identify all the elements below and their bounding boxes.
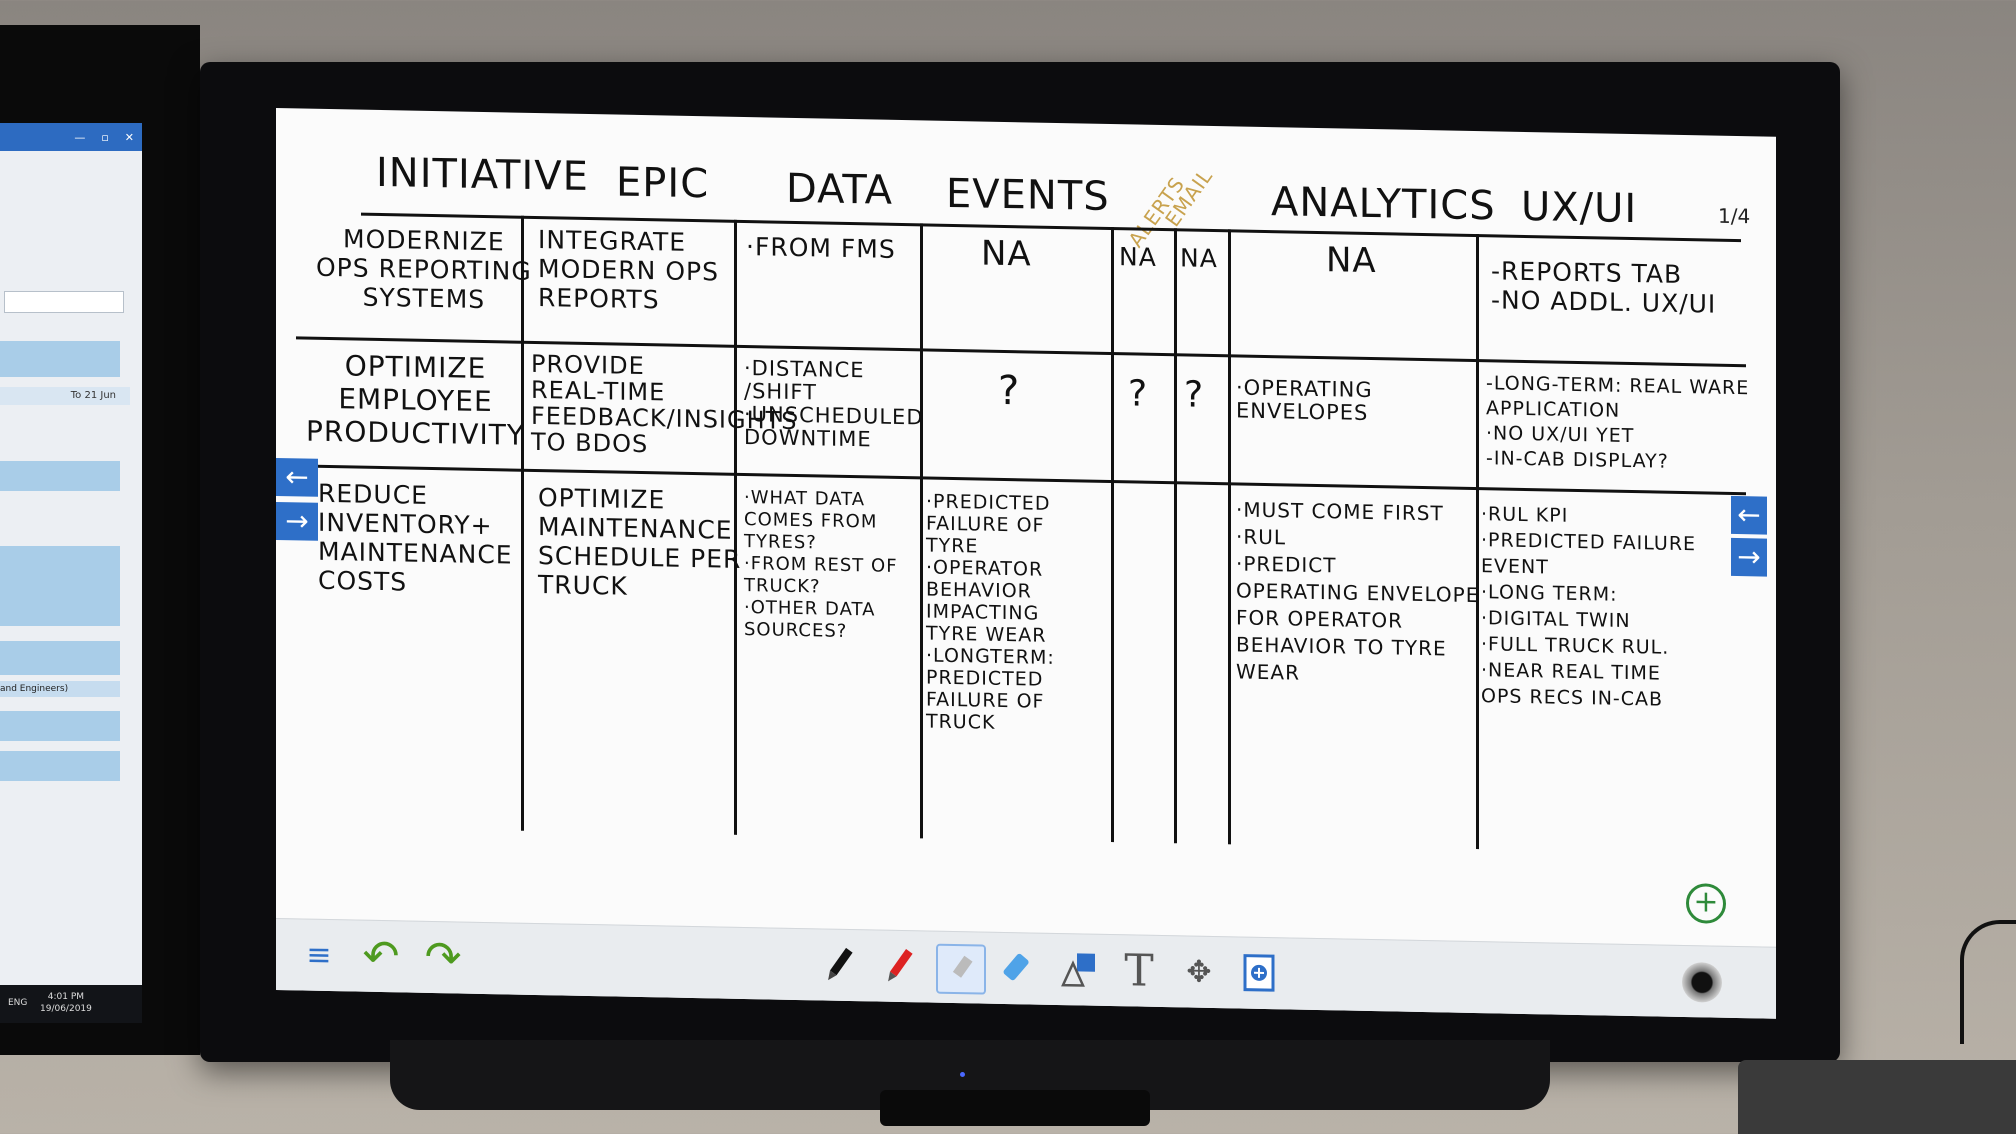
date-label: To 21 Jun [0, 387, 130, 405]
row2-analytics: ·OPERATING ENVELOPES [1236, 375, 1373, 425]
list-item[interactable] [0, 546, 120, 626]
menu-icon[interactable]: ≡ [296, 931, 342, 978]
pen-black-icon[interactable] [807, 933, 871, 997]
row2-alerts: ? [1128, 373, 1149, 415]
list-item[interactable] [0, 341, 120, 377]
row1-epic: INTEGRATE MODERN OPS REPORTS [538, 225, 719, 315]
eraser-icon[interactable] [996, 945, 1042, 992]
row1-alerts: NA [1119, 242, 1157, 272]
header-initiative: INITIATIVE [376, 149, 589, 201]
header-analytics: ANALYTICS [1271, 179, 1496, 230]
page-indicator: 1/4 [1718, 203, 1751, 229]
list-item[interactable] [0, 641, 120, 675]
next-page-button[interactable]: → [1731, 537, 1767, 577]
row1-uxui: -REPORTS TAB -NO ADDL. UX/UI [1491, 256, 1717, 319]
mail-pane: To 21 Jun and Engineers) [0, 151, 142, 991]
column-divider [1174, 228, 1177, 844]
row3-events: ·PREDICTED FAILURE OF TYRE ·OPERATOR BEH… [926, 490, 1055, 734]
undo-icon[interactable]: ↶ [358, 930, 404, 982]
row2-email: ? [1184, 374, 1205, 416]
move-icon[interactable]: ✥ [1176, 948, 1222, 995]
previous-page-button[interactable]: ← [1731, 495, 1767, 535]
text-icon[interactable]: T [1116, 945, 1162, 997]
minimize-icon[interactable]: — [74, 131, 85, 144]
cable [1960, 920, 2016, 1044]
header-epic: EPIC [616, 159, 710, 208]
row2-events: ? [998, 367, 1021, 415]
row3-uxui: ·RUL KPI ·PREDICTED FAILURE EVENT ·LONG … [1481, 503, 1697, 711]
add-page-button[interactable]: + [1686, 883, 1726, 924]
row1-analytics: NA [1326, 240, 1377, 282]
list-item[interactable] [0, 751, 120, 781]
shapes-icon[interactable] [1056, 946, 1102, 993]
clock-time: 4:01 PM [47, 992, 85, 1002]
pen-red-icon[interactable] [867, 934, 931, 998]
header-uxui: UX/UI [1521, 183, 1638, 233]
column-divider [1228, 229, 1231, 845]
row3-data: ·WHAT DATA COMES FROM TYRES? ·FROM REST … [744, 486, 898, 642]
row1-data: ·FROM FMS [746, 232, 896, 264]
insert-page-icon[interactable] [1236, 949, 1282, 996]
header-events: EVENTS [946, 170, 1110, 221]
secondary-monitor: — ▫ ✕ To 21 Jun and Engineers) ENG 4:01 … [0, 25, 200, 1055]
whiteboard-screen[interactable]: INITIATIVE EPIC DATA EVENTS ALERTS EMAIL… [276, 108, 1776, 1019]
next-page-button[interactable]: → [276, 502, 318, 541]
row2-uxui: -LONG-TERM: REAL WARE APPLICATION ·NO UX… [1486, 372, 1750, 473]
language-indicator[interactable]: ENG [8, 998, 27, 1008]
monitor-base [880, 1090, 1150, 1126]
row3-analytics: ·MUST COME FIRST ·RUL ·PREDICT OPERATING… [1236, 497, 1480, 685]
row3-epic: OPTIMIZE MAINTENANCE SCHEDULE PER TRUCK [538, 483, 742, 601]
list-item[interactable] [0, 461, 120, 491]
record-icon[interactable] [1682, 961, 1722, 1003]
list-item[interactable]: and Engineers) [0, 681, 120, 697]
previous-page-button[interactable]: ← [276, 458, 318, 497]
row3-initiative: REDUCE INVENTORY+ MAINTENANCE COSTS [318, 478, 513, 597]
power-light [960, 1072, 965, 1077]
row2-initiative: OPTIMIZE EMPLOYEE PRODUCTIVITY [306, 349, 525, 452]
desk-device [1738, 1060, 2016, 1134]
highlighter-icon[interactable] [936, 943, 986, 995]
clock[interactable]: 4:01 PM 19/06/2019 [40, 991, 92, 1015]
column-divider [1111, 227, 1114, 843]
search-input[interactable] [4, 291, 124, 313]
close-icon[interactable]: ✕ [125, 131, 134, 144]
column-divider [920, 223, 923, 839]
taskbar: ENG 4:01 PM 19/06/2019 [0, 985, 142, 1023]
row1-events: NA [981, 233, 1032, 275]
row1-initiative: MODERNIZE OPS REPORTING SYSTEMS [316, 224, 532, 315]
list-item[interactable] [0, 711, 120, 741]
email-client-window: — ▫ ✕ To 21 Jun and Engineers) ENG 4:01 … [0, 123, 142, 1023]
maximize-icon[interactable]: ▫ [101, 131, 108, 144]
redo-icon[interactable]: ↷ [420, 931, 466, 983]
row2-data: ·DISTANCE /SHIFT ·UNSCHEDULED DOWNTIME [744, 355, 924, 452]
header-data: DATA [786, 165, 894, 214]
clock-date: 19/06/2019 [40, 1004, 92, 1014]
window-titlebar: — ▫ ✕ [0, 123, 142, 151]
row1-email: NA [1180, 243, 1218, 274]
